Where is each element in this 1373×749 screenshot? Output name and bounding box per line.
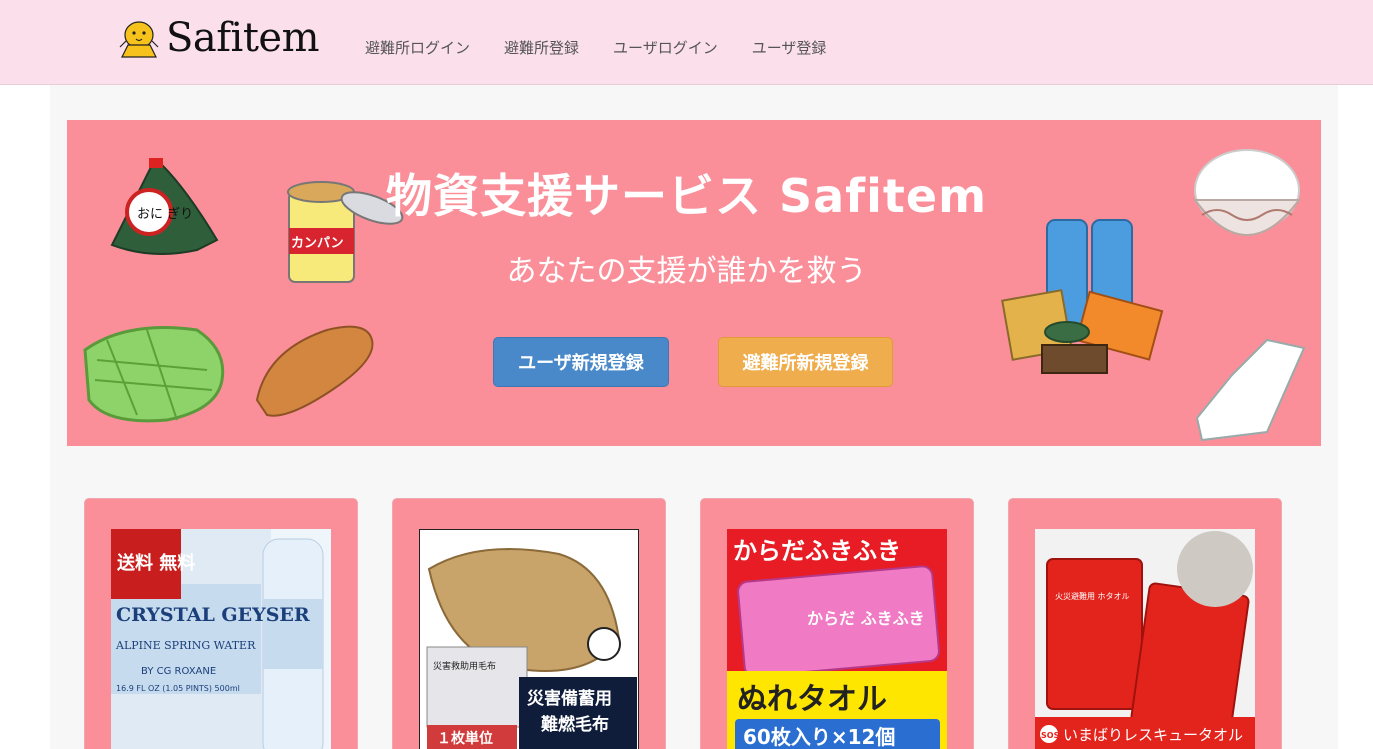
shelter-signup-button[interactable]: 避難所新規登録: [718, 337, 893, 387]
water-by: BY CG ROXANE: [141, 666, 216, 677]
user-signup-button[interactable]: ユーザ新規登録: [493, 337, 669, 387]
water-volume: 16.9 FL OZ (1.05 PINTS) 500ml: [116, 684, 240, 693]
nav-shelter-register[interactable]: 避難所登録: [504, 37, 579, 58]
product-card-water[interactable]: 送料 無料 CRYSTAL GEYSER ALPINE SPRING WATER…: [84, 498, 358, 749]
towel-package-text: からだ ふきふき: [807, 609, 925, 628]
navbar: Safitem 避難所ログイン 避難所登録 ユーザログイン ユーザ登録: [0, 0, 1373, 85]
nav-user-register[interactable]: ユーザ登録: [752, 37, 827, 58]
hero-subtitle: あなたの支援が誰かを救う: [506, 254, 867, 289]
blanket-banner-line2: 難燃毛布: [541, 714, 609, 735]
rescue-sos: SOS: [1041, 731, 1060, 740]
product-image-water: 送料 無料 CRYSTAL GEYSER ALPINE SPRING WATER…: [111, 529, 331, 749]
nav-links: 避難所ログイン 避難所登録 ユーザログイン ユーザ登録: [365, 37, 860, 58]
blanket-banner-line1: 災害備蓄用: [527, 688, 612, 709]
product-card-towel[interactable]: からだふきふき からだ ふきふき ぬれタオル 60枚入り×12個: [700, 498, 974, 749]
rescue-package-text: 火災避難用 ホタオル: [1055, 591, 1130, 601]
rescue-caption: いまばりレスキュータオル: [1063, 726, 1243, 744]
brand-name: Safitem: [166, 15, 320, 61]
brand-logo-icon: [119, 21, 159, 58]
product-card-rescue-towel[interactable]: 火災避難用 ホタオル SOS いまばりレスキュータオル: [1008, 498, 1282, 749]
blanket-unit: １枚単位: [437, 730, 493, 747]
product-image-blanket: 災害救助用毛布 災害備蓄用 難燃毛布 １枚単位: [419, 529, 639, 749]
nav-user-login[interactable]: ユーザログイン: [613, 37, 718, 58]
product-image-rescue-towel: 火災避難用 ホタオル SOS いまばりレスキュータオル: [1035, 529, 1255, 749]
blanket-tag: 災害救助用毛布: [433, 660, 496, 672]
water-subtext: ALPINE SPRING WATER: [115, 639, 256, 652]
water-badge: 送料 無料: [116, 552, 195, 574]
towel-count-text: 60枚入り×12個: [743, 725, 895, 749]
water-brand: CRYSTAL GEYSER: [116, 604, 310, 626]
hero-title: 物資支援サービス Safitem: [385, 169, 988, 223]
product-card-blanket[interactable]: 災害救助用毛布 災害備蓄用 難燃毛布 １枚単位: [392, 498, 666, 749]
brand[interactable]: Safitem: [118, 15, 320, 61]
nav-shelter-login[interactable]: 避難所ログイン: [365, 37, 470, 58]
product-image-wet-towel: からだふきふき からだ ふきふき ぬれタオル 60枚入り×12個: [727, 529, 947, 749]
towel-top-text: からだふきふき: [733, 537, 901, 565]
towel-bottom-text: ぬれタオル: [737, 682, 887, 717]
